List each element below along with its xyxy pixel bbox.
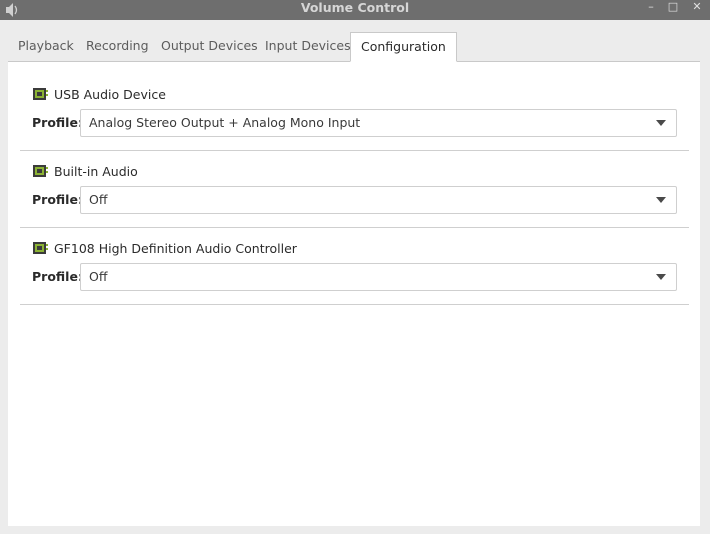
device-card: USB Audio Device Profile: Analog Stereo … [20, 86, 689, 151]
profile-label: Profile: [32, 115, 83, 130]
profile-value: Off [89, 269, 108, 284]
tab-configuration[interactable]: Configuration [350, 32, 457, 62]
tab-recording[interactable]: Recording [76, 32, 159, 60]
tab-playback[interactable]: Playback [8, 32, 84, 60]
minimize-button[interactable]: – [642, 0, 660, 14]
profile-value: Off [89, 192, 108, 207]
device-name: Built-in Audio [54, 164, 138, 179]
window-title: Volume Control [300, 0, 410, 15]
chevron-down-icon [656, 197, 666, 203]
tab-input-devices[interactable]: Input Devices [255, 32, 361, 60]
window-titlebar[interactable]: Volume Control – □ ✕ [0, 0, 710, 20]
sound-card-icon [33, 88, 48, 100]
device-name: GF108 High Definition Audio Controller [54, 241, 297, 256]
profile-value: Analog Stereo Output + Analog Mono Input [89, 115, 361, 130]
device-name: USB Audio Device [54, 87, 166, 102]
close-button[interactable]: ✕ [688, 0, 706, 14]
profile-dropdown[interactable]: Analog Stereo Output + Analog Mono Input [80, 109, 677, 137]
profile-label: Profile: [32, 269, 83, 284]
device-card: GF108 High Definition Audio Controller P… [20, 240, 689, 305]
profile-label: Profile: [32, 192, 83, 207]
configuration-panel: USB Audio Device Profile: Analog Stereo … [8, 62, 700, 526]
profile-dropdown[interactable]: Off [80, 263, 677, 291]
chevron-down-icon [656, 274, 666, 280]
maximize-button[interactable]: □ [664, 0, 682, 14]
sound-card-icon [33, 242, 48, 254]
device-card: Built-in Audio Profile: Off [20, 163, 689, 228]
sound-card-icon [33, 165, 48, 177]
tab-output-devices[interactable]: Output Devices [151, 32, 268, 60]
tab-bar: Playback Recording Output Devices Input … [8, 32, 700, 62]
chevron-down-icon [656, 120, 666, 126]
profile-dropdown[interactable]: Off [80, 186, 677, 214]
